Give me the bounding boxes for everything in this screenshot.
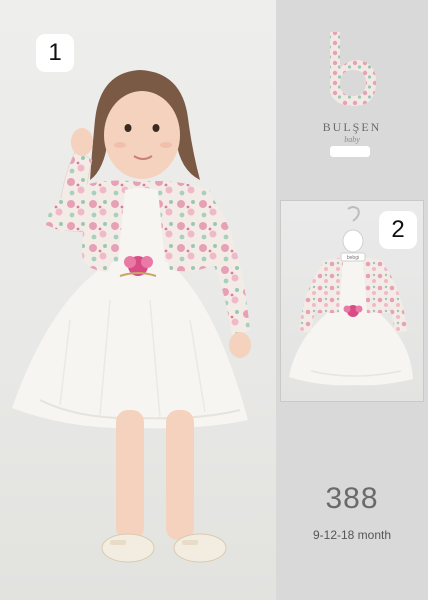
main-product-photo: 1 [0,0,276,600]
product-size-range: 9-12-18 month [312,528,392,542]
hanger-tag-text: bebgi [347,255,359,261]
info-panel: BULŞEN baby bebgi 2 388 9-12-18 month [276,0,428,600]
photo-number-badge-1: 1 [36,34,74,72]
photo-number-badge-2: 2 [379,211,417,249]
brand-tagline: baby [344,135,360,144]
brand-logo [276,30,428,115]
brand-b-monogram-icon [330,32,376,106]
toddler-model-illustration [12,70,251,563]
product-detail-photo: bebgi 2 [280,200,424,402]
brand-name: BULŞEN [322,120,382,134]
product-model-code: 388 [325,482,379,515]
brand-label-bar [330,146,370,157]
